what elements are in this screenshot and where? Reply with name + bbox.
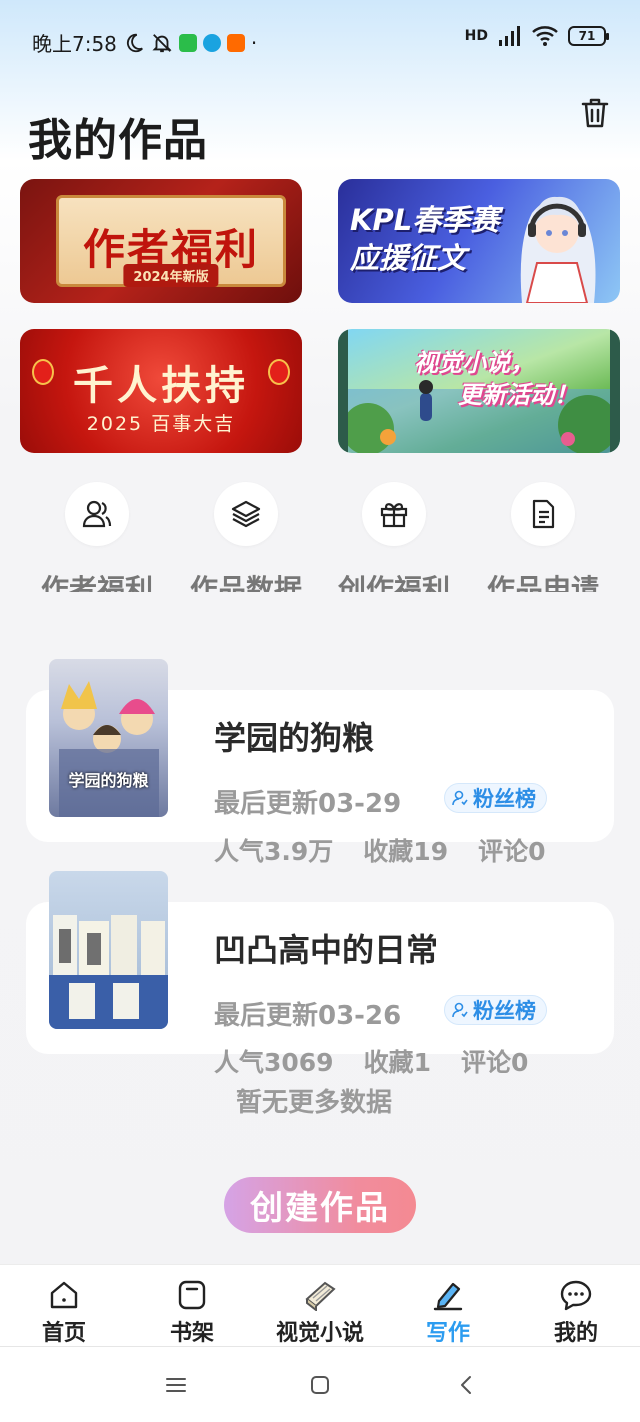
status-time: 晚上7:58 [32,32,117,56]
banner-scroll: 作者福利 2024年新版 [56,195,286,287]
page-title: 我的作品 [28,115,208,166]
author-icon [82,500,112,528]
work-favorites: 收藏19 [363,837,449,866]
work-popularity: 人气3.9万 [214,837,334,866]
banner-thousand-support[interactable]: 千人扶持 2025 百事大吉 [20,329,302,453]
action-circle [214,482,278,546]
chat-icon [560,1280,592,1311]
app-icon [202,33,221,52]
no-more-data-label: 暂无更多数据 [236,1088,393,1118]
bookshelf-icon [178,1280,206,1310]
action-label: 作品申请 [486,573,599,592]
action-circle [65,482,129,546]
banner-title: KPL春季赛 [350,203,500,237]
work-comments: 评论0 [461,1048,529,1077]
signal-icon [499,26,520,46]
cover-illustration [59,681,159,817]
banner-subtitle: 2025 百事大吉 [86,413,236,435]
nav-home[interactable]: 首页 [0,1279,128,1347]
battery-indicator: 71 [568,26,609,46]
cover-title: 学园的狗粮 [68,771,149,790]
mi-app-icon [226,33,245,52]
moon-icon [126,33,143,52]
nav-writing[interactable]: 写作 [384,1279,512,1347]
work-comments: 评论0 [478,837,546,866]
nav-label: 首页 [41,1321,86,1346]
home-icon [50,1281,78,1309]
action-label: 创作福利 [337,573,450,592]
nav-label: 写作 [425,1321,470,1346]
banner-subtitle: 2024年新版 [123,264,219,287]
status-bar: 晚上7:58 · HD 71 [0,0,640,78]
layers-icon [231,500,261,528]
action-label: 作品数据 [189,573,302,592]
nav-label: 我的 [553,1321,598,1346]
work-stats: 人气3069 收藏1 评论0 [214,1043,558,1079]
work-last-update: 最后更新03-26 [214,1001,402,1031]
fans-rank-badge[interactable]: 粉丝榜 [444,783,547,813]
banner-visual-novel[interactable]: 视觉小说， 更新活动！ [338,329,620,453]
trash-icon[interactable] [580,96,610,130]
pen-icon [433,1282,463,1311]
back-icon[interactable] [455,1373,479,1397]
wifi-icon [532,26,558,46]
network-label: HD [464,28,488,44]
work-last-update: 最后更新03-29 [214,789,402,819]
nav-me[interactable]: 我的 [512,1279,640,1347]
create-work-button[interactable]: 创建作品 [224,1177,416,1233]
fans-rank-badge[interactable]: 粉丝榜 [444,995,547,1025]
work-title[interactable]: 学园的狗粮 [214,713,374,759]
work-stats: 人气3.9万 收藏19 评论0 [214,832,576,868]
status-left: 晚上7:58 · [32,28,257,57]
anime-girl-illustration [520,196,596,303]
system-nav-bar [0,1346,640,1422]
action-circle [511,482,575,546]
user-icon [452,1002,468,1018]
action-label: 作者福利 [40,573,153,592]
banner-title: 视觉小说， [414,349,534,377]
nav-bookshelf[interactable]: 书架 [128,1279,256,1347]
home-square-icon[interactable] [308,1373,332,1397]
work-cover[interactable]: 学园的狗粮 [49,659,168,817]
work-favorites: 收藏1 [363,1048,431,1077]
banner-subtitle: 更新活动！ [458,381,578,409]
nav-label: 书架 [169,1321,214,1346]
nav-visual-novel[interactable]: 视觉小说 [256,1279,384,1347]
work-popularity: 人气3069 [214,1048,334,1077]
banner-author-welfare[interactable]: 作者福利 2024年新版 [20,179,302,303]
book-icon [305,1281,336,1311]
status-right: HD 71 [464,26,609,46]
action-work-apply[interactable]: 作品申请 [483,482,603,592]
action-creation-welfare[interactable]: 创作福利 [334,482,454,592]
banner-subtitle: 应援征文 [350,241,467,275]
bottom-nav: 首页 书架 视觉小说 写作 我的 [0,1264,640,1346]
fans-rank-label: 粉丝榜 [473,787,536,811]
nav-label: 视觉小说 [275,1321,364,1346]
gift-icon [380,503,408,528]
action-circle [362,482,426,546]
work-title[interactable]: 凹凸高中的日常 [214,925,438,971]
work-cover[interactable] [49,871,168,1029]
cover-illustration [49,915,168,1029]
dot-icon: · [250,30,258,55]
iqiyi-app-icon [178,33,197,52]
page: 晚上7:58 · HD 71 我的作品 作者福利 2024年新版 KPL春季赛 … [0,0,640,1422]
banner-title: 千人扶持 [73,363,249,409]
action-work-data[interactable]: 作品数据 [186,482,306,592]
fans-rank-label: 粉丝榜 [473,999,536,1023]
banner-kpl[interactable]: KPL春季赛 应援征文 [338,179,620,303]
bell-off-icon [152,33,172,52]
action-author-welfare[interactable]: 作者福利 [37,482,157,592]
user-icon [452,790,468,806]
menu-icon[interactable] [164,1373,188,1397]
document-icon [532,499,555,529]
